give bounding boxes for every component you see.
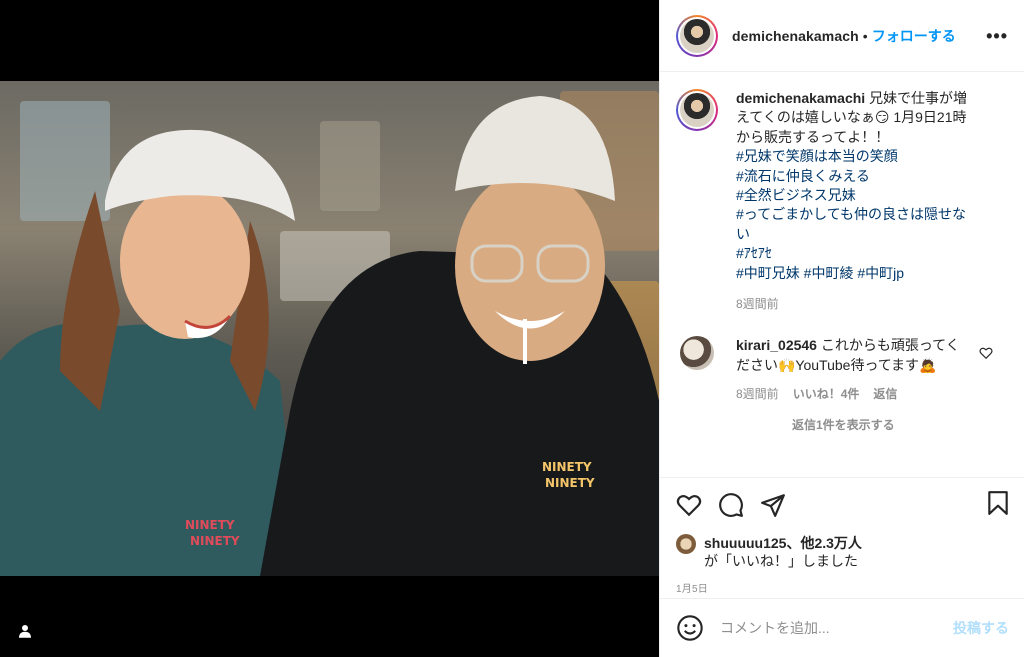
- separator-dot: •: [862, 27, 868, 44]
- hashtag-link[interactable]: #兄妹で笑顔は本当の笑顔: [736, 147, 976, 166]
- hashtag-link[interactable]: #流石に仲良くみえる: [736, 167, 976, 186]
- svg-text:NINETY: NINETY: [542, 460, 592, 474]
- svg-text:NINETY: NINETY: [545, 476, 595, 490]
- post-panel: demichenakamach • フォローする ••• demichenaka…: [659, 0, 1024, 657]
- caption-username[interactable]: demichenakamachi: [736, 90, 865, 106]
- liker-username[interactable]: shuuuuu125: [704, 535, 786, 551]
- emoji-icon[interactable]: [676, 614, 704, 642]
- comment-username[interactable]: kirari_02546: [736, 337, 817, 353]
- header-username[interactable]: demichenakamach: [732, 28, 859, 44]
- likes-suffix: が「いいね！」しました: [704, 553, 858, 569]
- post-media[interactable]: NINETY NINETY NINETY NINETY: [0, 0, 659, 657]
- likes-summary: shuuuuu125、他2.3万人 が「いいね！」しました: [676, 534, 1009, 570]
- comment-avatar[interactable]: [680, 336, 714, 371]
- comment-item: kirari_02546 これからも頑張ってください🙌YouTube待ってます🙇: [676, 336, 1009, 375]
- avatar[interactable]: [676, 14, 718, 57]
- man-figure: NINETY NINETY: [260, 96, 659, 576]
- heart-icon[interactable]: [676, 492, 702, 518]
- caption-time[interactable]: 8週間前: [736, 295, 976, 314]
- likes-others[interactable]: 、他2.3万人: [786, 535, 861, 551]
- bookmark-icon[interactable]: [985, 490, 1011, 516]
- reply-button[interactable]: 返信: [873, 385, 897, 402]
- caption: demichenakamachi 兄妹で仕事が増えてくのは嬉しいなぁ😏 1月9日…: [676, 89, 1009, 314]
- comment-like-icon[interactable]: [979, 346, 993, 360]
- action-bar: shuuuuu125、他2.3万人 が「いいね！」しました 1月5日: [660, 477, 1024, 598]
- post-date[interactable]: 1月5日: [676, 580, 1009, 595]
- caption-avatar[interactable]: [676, 89, 718, 131]
- post-photo[interactable]: NINETY NINETY NINETY NINETY: [0, 81, 659, 576]
- comment-meta: 8週間前 いいね！4件 返信: [736, 385, 1009, 402]
- hashtag-link[interactable]: #中町兄妹 #中町綾 #中町jp: [736, 264, 976, 283]
- post-button[interactable]: 投稿する: [953, 618, 1009, 638]
- follow-button[interactable]: フォローする: [872, 26, 956, 46]
- paper-plane-icon[interactable]: [760, 492, 786, 518]
- comments-list[interactable]: demichenakamachi 兄妹で仕事が増えてくのは嬉しいなぁ😏 1月9日…: [660, 73, 1024, 477]
- hashtag-link[interactable]: #ｱｾｱｾ: [736, 244, 976, 263]
- hashtag-link[interactable]: #ってごまかしても仲の良さは隠せない: [736, 205, 976, 244]
- user-icon[interactable]: [16, 622, 34, 640]
- hashtag-link[interactable]: #全然ビジネス兄妹: [736, 186, 976, 205]
- svg-text:NINETY: NINETY: [190, 534, 240, 548]
- comment-input[interactable]: [720, 620, 953, 636]
- comment-likes[interactable]: いいね！4件: [793, 385, 860, 402]
- comment-time[interactable]: 8週間前: [736, 385, 779, 402]
- svg-text:NINETY: NINETY: [185, 518, 235, 532]
- comment-icon[interactable]: [718, 492, 744, 518]
- more-options-icon[interactable]: •••: [986, 26, 1008, 47]
- liker-avatar[interactable]: [676, 534, 696, 554]
- post-header: demichenakamach • フォローする •••: [660, 0, 1024, 72]
- view-replies-link[interactable]: 返信1件を表示する: [792, 416, 1009, 433]
- add-comment-bar: 投稿する: [660, 598, 1024, 657]
